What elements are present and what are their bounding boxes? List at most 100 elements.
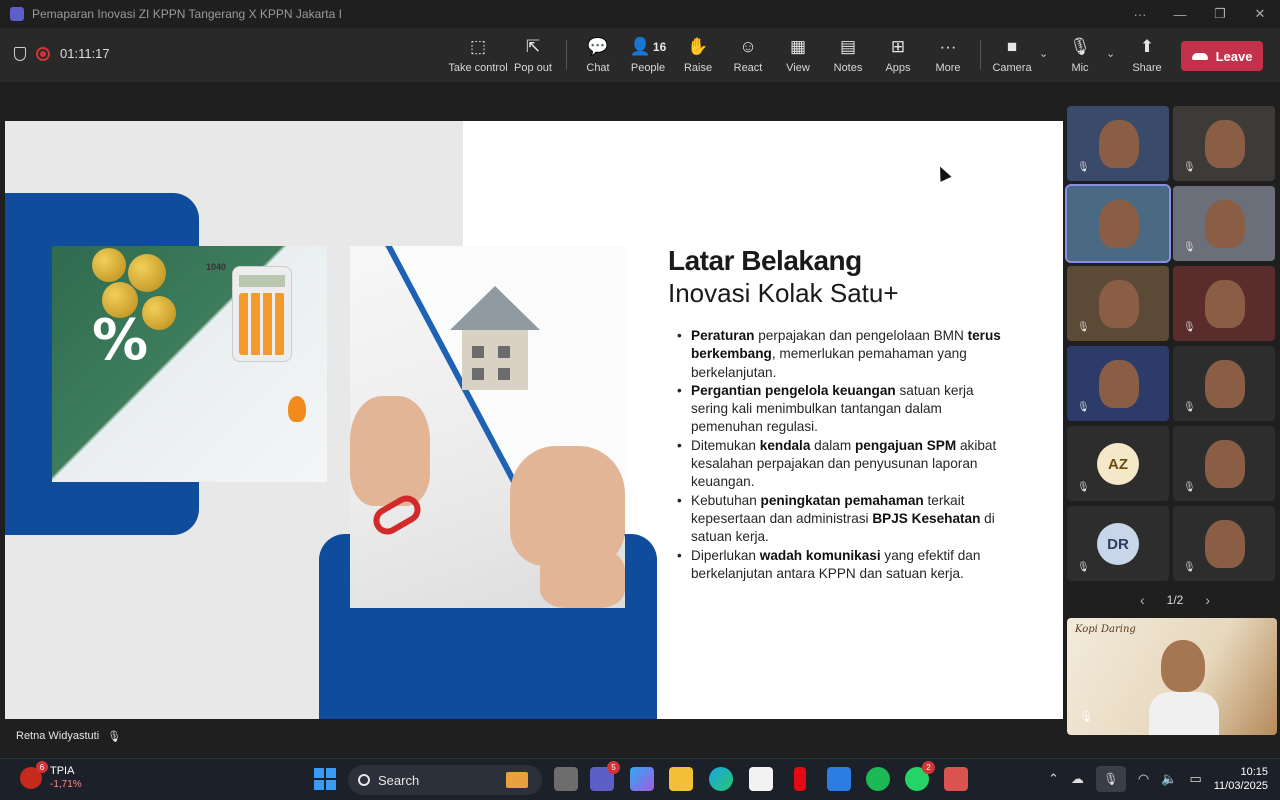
slide-title: Latar Belakang	[668, 245, 862, 276]
mic-options-chevron-icon[interactable]: ⌄	[1106, 47, 1115, 60]
more-button[interactable]: ··· More	[916, 36, 980, 78]
mic-off-icon: 🎙	[1183, 402, 1196, 413]
presenter-label: Retna Widyastuti 🎙	[8, 726, 130, 746]
participant-tile[interactable]: 🎙	[1067, 346, 1169, 421]
slide-bullet-list: Peraturan perpajakan dan pengelolaan BMN…	[668, 327, 1008, 583]
mic-off-icon: 🎙	[1077, 402, 1090, 413]
bullet-text: perpajakan dan pengelolaan BMN	[754, 328, 968, 343]
participant-tile[interactable]: DR 🎙	[1067, 506, 1169, 581]
apps-icon: ⊞	[890, 37, 906, 56]
form-number: 1040	[206, 262, 227, 272]
bullet-emphasis: Pergantian pengelola keuangan	[691, 382, 896, 398]
netflix-icon[interactable]	[794, 767, 806, 791]
slide-bullet: Pergantian pengelola keuangan satuan ker…	[668, 382, 1008, 437]
participant-video-shape	[1099, 280, 1139, 328]
shared-slide: % 1040 Latar Belakang Inovasi Kolak Satu…	[5, 121, 1063, 719]
participant-tile[interactable]: 🎙	[1173, 266, 1275, 341]
react-icon: ☺	[739, 37, 757, 56]
leave-label: Leave	[1215, 48, 1253, 64]
participant-tile[interactable]: 🎙	[1173, 106, 1275, 181]
participant-tile[interactable]: 🎙	[1173, 346, 1275, 421]
battery-icon[interactable]: ▭	[1189, 771, 1201, 787]
teams-icon[interactable]: 5	[590, 761, 620, 791]
mic-off-icon: 🎙	[1077, 322, 1090, 333]
gallery-pager: ‹ 1/2 ›	[1140, 592, 1210, 608]
bullet-text: Diperlukan	[691, 547, 760, 563]
orange-marker-shape	[288, 396, 306, 422]
previous-page-icon[interactable]: ‹	[1140, 592, 1145, 608]
house-document-photo	[350, 246, 625, 608]
system-tray: ⌃ ☁ 🎙 ◠ 🔈 ▭ 10:15 11/03/2025	[1048, 765, 1268, 793]
participant-tile[interactable]	[1065, 184, 1171, 263]
teams-app-icon	[10, 7, 24, 21]
close-button[interactable]: ✕	[1240, 6, 1280, 22]
snipping-tool-icon[interactable]	[944, 767, 968, 791]
camera-button[interactable]: ■ Camera	[980, 36, 1044, 78]
participant-video-shape	[1099, 360, 1139, 408]
search-icon	[358, 774, 370, 786]
phone-hangup-icon	[1191, 52, 1208, 60]
file-explorer-icon[interactable]	[669, 767, 693, 791]
participant-video-shape	[1205, 520, 1245, 568]
bullet-text: dalam	[810, 437, 855, 453]
pop-out-button[interactable]: ⇱ Pop out	[501, 36, 565, 78]
notepad-icon[interactable]	[749, 767, 773, 791]
participant-tile[interactable]: 🎙	[1067, 266, 1169, 341]
stock-widget[interactable]: 6 TPIA -1,71%	[20, 761, 82, 791]
mic-off-icon: 🎙	[1077, 562, 1090, 573]
stock-trend-icon: 6	[20, 761, 48, 789]
mic-off-icon: 🎙	[1183, 482, 1196, 493]
mic-off-icon: 🎙	[1077, 482, 1090, 493]
next-page-icon[interactable]: ›	[1205, 592, 1210, 608]
mic-off-icon: 🎙	[1183, 562, 1196, 573]
participant-tile[interactable]: 🎙	[1173, 426, 1275, 501]
mic-off-icon: 🎙	[1183, 242, 1196, 253]
background-logo-text: Kopi Daring	[1075, 624, 1136, 635]
wifi-icon[interactable]: ◠	[1138, 771, 1149, 787]
clock[interactable]: 10:15 11/03/2025	[1214, 765, 1268, 793]
people-count: 16	[652, 40, 667, 54]
minimize-button[interactable]: —	[1160, 7, 1200, 22]
participant-tile[interactable]: 🎙	[1067, 106, 1169, 181]
participant-tile[interactable]: 🎙	[1173, 506, 1275, 581]
share-button[interactable]: ⬆ Share	[1115, 36, 1179, 78]
mic-off-icon: 🎙	[1183, 162, 1196, 173]
calculator-shape	[232, 266, 292, 362]
copilot-icon[interactable]	[630, 767, 654, 791]
cloud-off-icon[interactable]: ☁	[1071, 771, 1084, 787]
taskbar-search[interactable]: Search	[348, 765, 542, 795]
participant-tile[interactable]: AZ 🎙	[1067, 426, 1169, 501]
whatsapp-icon[interactable]: 2	[905, 761, 935, 791]
slide-bullet: Peraturan perpajakan dan pengelolaan BMN…	[668, 327, 1008, 382]
self-video-tile[interactable]: Kopi Daring 🎙	[1067, 618, 1277, 735]
store-icon[interactable]	[827, 767, 851, 791]
tax-photo: % 1040	[52, 246, 327, 482]
mic-button[interactable]: 🎙 Mic	[1048, 36, 1112, 78]
participant-avatar: AZ	[1097, 443, 1139, 485]
meeting-timer: 01:11:17	[60, 46, 110, 61]
volume-icon[interactable]: 🔈	[1161, 771, 1177, 787]
maximize-button[interactable]: ❐	[1200, 6, 1240, 22]
recording-status: 01:11:17	[14, 46, 110, 61]
share-icon: ⬆	[1139, 37, 1155, 56]
mic-muted-tray-icon[interactable]: 🎙	[1095, 766, 1126, 792]
teams-badge: 5	[607, 761, 620, 774]
clock-date: 11/03/2025	[1213, 780, 1268, 792]
participant-video-shape	[1099, 120, 1139, 168]
bullet-emphasis: kendala	[759, 437, 811, 453]
leave-button[interactable]: Leave	[1181, 41, 1263, 71]
task-view-icon[interactable]	[554, 767, 578, 791]
chevron-up-icon[interactable]: ⌃	[1048, 771, 1059, 787]
participant-tile[interactable]: 🎙	[1173, 186, 1275, 261]
edge-icon[interactable]	[709, 767, 733, 791]
more-options-icon[interactable]: ···	[1120, 7, 1160, 22]
camera-options-chevron-icon[interactable]: ⌄	[1039, 47, 1048, 60]
whatsapp-badge: 2	[922, 761, 935, 774]
spotify-icon[interactable]	[866, 767, 890, 791]
people-icon: 👤	[629, 37, 651, 56]
stock-name: TPIA	[50, 765, 75, 777]
mic-off-icon: 🎙	[107, 730, 122, 743]
start-button[interactable]	[314, 768, 336, 790]
participant-video-shape	[1205, 280, 1245, 328]
take-control-icon: ⬚	[469, 37, 487, 56]
